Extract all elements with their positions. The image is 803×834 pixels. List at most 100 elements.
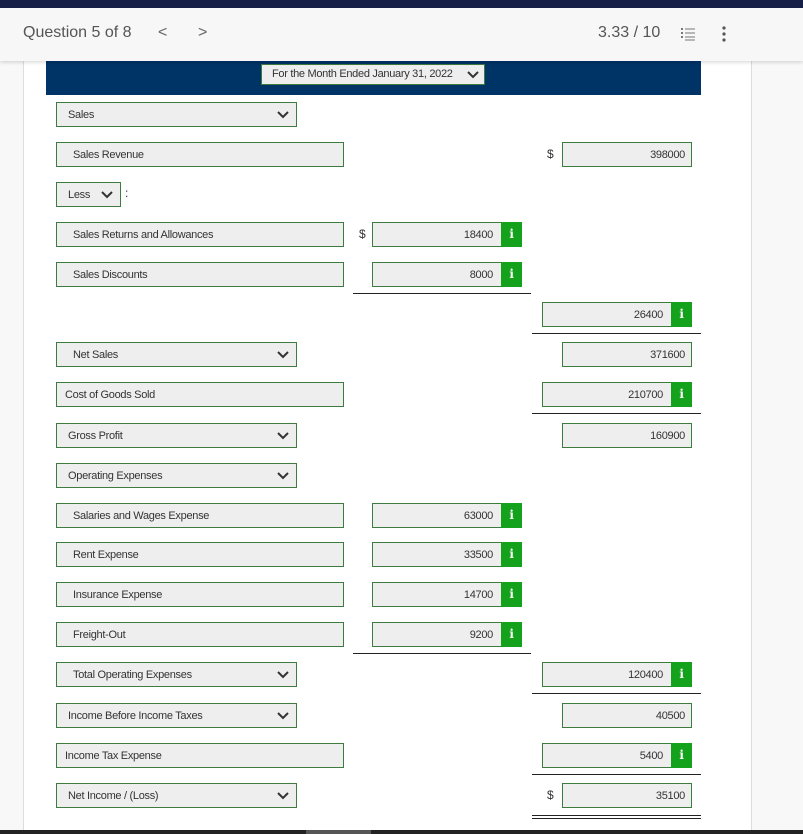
discounts-amount-field[interactable]: 8000 i [372,262,522,287]
field-value: 398000 [650,149,685,161]
field-value: 40500 [655,710,685,722]
chevron-down-icon [277,712,289,720]
select-value: Net Income / (Loss) [68,790,159,802]
total-opex-amount-field[interactable]: 120400 i [542,662,692,687]
chevron-down-icon [277,351,289,359]
more-vertical-icon[interactable] [721,26,727,42]
field-value: 8000 [469,269,494,281]
income-tax-account-field[interactable]: Income Tax Expense [56,743,344,768]
prev-question-button[interactable]: < [158,24,167,42]
field-value: 210700 [628,389,663,401]
discounts-account-field[interactable]: Sales Discounts [56,262,344,287]
info-icon[interactable]: i [501,622,522,647]
sales-revenue-account-field[interactable]: Sales Revenue [56,142,344,167]
chevron-down-icon [277,472,289,480]
period-select-value: For the Month Ended January 31, 2022 [272,68,453,80]
field-value: 14700 [463,589,493,601]
chevron-down-icon [101,191,113,199]
salaries-account-field[interactable]: Salaries and Wages Expense [56,503,344,528]
info-icon[interactable]: i [671,382,692,407]
colon: : [125,186,129,200]
select-value: Sales [68,109,95,121]
field-value: Sales Revenue [73,149,144,161]
net-income-amount-field[interactable]: 35100 [562,783,692,808]
field-value: 5400 [639,750,664,762]
returns-amount-field[interactable]: 18400 i [372,222,522,247]
field-value: 26400 [633,309,663,321]
double-rule-bottom [532,818,701,819]
list-icon[interactable] [681,27,695,41]
insurance-amount-field[interactable]: 14700 i [372,582,522,607]
question-counter: Question 5 of 8 [23,24,132,41]
subtotal-rule [532,774,701,775]
field-value: 371600 [650,349,685,361]
field-value: Insurance Expense [73,589,163,601]
field-value: 35100 [655,790,685,802]
rent-amount-field[interactable]: 33500 i [372,542,522,567]
select-value: Operating Expenses [68,470,163,482]
field-value: Sales Returns and Allowances [73,229,214,241]
field-value: Freight-Out [73,629,126,641]
freight-account-field[interactable]: Freight-Out [56,622,344,647]
period-select[interactable]: For the Month Ended January 31, 2022 [261,64,485,85]
chevron-down-icon [467,71,479,79]
info-icon[interactable]: i [671,302,692,327]
score: 3.33 / 10 [598,24,661,41]
rent-account-field[interactable]: Rent Expense [56,542,344,567]
total-operating-expenses-select[interactable]: Total Operating Expenses [56,662,297,687]
income-before-taxes-amount-field[interactable]: 40500 [562,703,692,728]
chevron-down-icon [277,432,289,440]
net-income-select[interactable]: Net Income / (Loss) [56,783,297,808]
scrollbar-thumb[interactable] [306,830,371,834]
field-value: 9200 [469,629,494,641]
income-tax-amount-field[interactable]: 5400 i [542,743,692,768]
cogs-amount-field[interactable]: 210700 i [542,382,692,407]
field-value: Cost of Goods Sold [65,389,155,401]
returns-account-field[interactable]: Sales Returns and Allowances [56,222,344,247]
select-value: Net Sales [73,349,118,361]
field-value: Salaries and Wages Expense [73,510,210,522]
subtotal-rule [532,413,701,414]
chevron-down-icon [277,671,289,679]
field-value: 18400 [463,229,493,241]
info-icon[interactable]: i [501,582,522,607]
currency-symbol: $ [359,227,366,241]
gross-profit-select[interactable]: Gross Profit [56,423,297,448]
info-icon[interactable]: i [501,262,522,287]
select-value: Income Before Income Taxes [68,710,203,722]
info-icon[interactable]: i [501,503,522,528]
field-value: Rent Expense [73,549,139,561]
currency-symbol: $ [547,788,554,802]
chevron-down-icon [277,111,289,119]
net-sales-select[interactable]: Net Sales [56,342,297,367]
salaries-amount-field[interactable]: 63000 i [372,503,522,528]
income-before-taxes-select[interactable]: Income Before Income Taxes [56,703,297,728]
next-question-button[interactable]: > [198,24,207,42]
info-icon[interactable]: i [671,743,692,768]
gross-profit-amount-field[interactable]: 160900 [562,423,692,448]
net-sales-amount-field[interactable]: 371600 [562,342,692,367]
cogs-account-field[interactable]: Cost of Goods Sold [56,382,344,407]
field-value: Sales Discounts [73,269,148,281]
deductions-total-amount-field[interactable]: 26400 i [542,302,692,327]
field-value: 160900 [650,430,685,442]
operating-expenses-select[interactable]: Operating Expenses [56,463,297,488]
less-select[interactable]: Less [56,182,121,207]
field-value: 33500 [463,549,493,561]
select-value: Total Operating Expenses [73,669,192,681]
horizontal-scrollbar[interactable] [0,830,803,834]
info-icon[interactable]: i [501,222,522,247]
sales-header-select[interactable]: Sales [56,102,297,127]
insurance-account-field[interactable]: Insurance Expense [56,582,344,607]
field-value: Income Tax Expense [65,750,162,762]
subtotal-rule [532,693,701,694]
info-icon[interactable]: i [671,662,692,687]
info-icon[interactable]: i [501,542,522,567]
freight-amount-field[interactable]: 9200 i [372,622,522,647]
subtotal-rule [353,653,531,654]
currency-symbol: $ [547,147,554,161]
field-value: 63000 [463,510,493,522]
question-header: Question 5 of 8 < > 3.33 / 10 [0,8,803,61]
chevron-down-icon [277,792,289,800]
sales-revenue-amount-field[interactable]: 398000 [562,142,692,167]
